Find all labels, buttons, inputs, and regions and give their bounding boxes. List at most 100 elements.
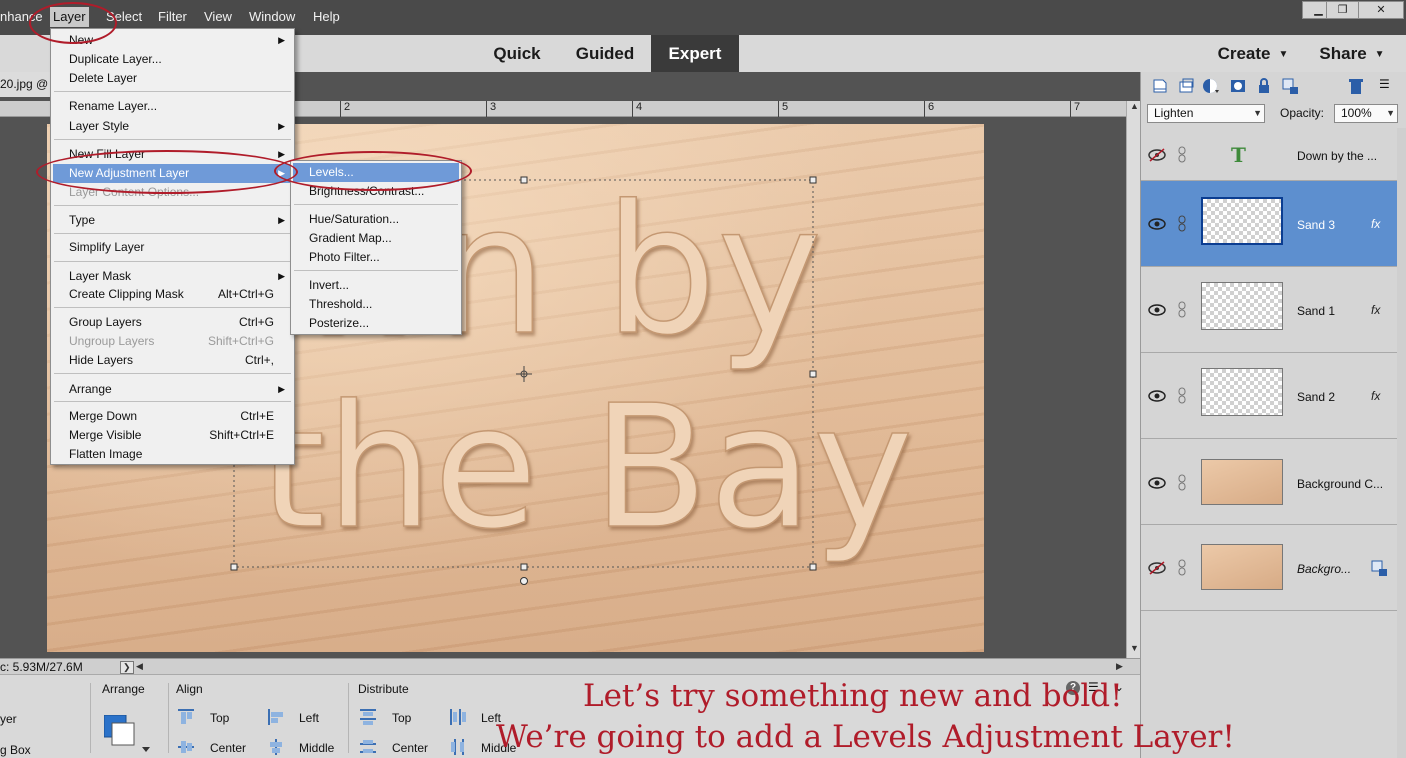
distribute-middle-icon[interactable] [450,739,466,755]
tab-quick[interactable]: Quick [481,35,553,72]
menu-window[interactable]: Window [246,7,298,27]
visibility-off-icon[interactable] [1147,148,1167,162]
menu-help[interactable]: Help [310,7,343,27]
align-center-icon[interactable] [178,739,194,755]
menu-item-posterize[interactable]: Posterize... [293,314,459,333]
link-icon[interactable] [1177,474,1187,492]
scroll-left-icon[interactable]: ◀ [136,661,143,672]
arrange-icon[interactable] [104,715,152,757]
transform-handle[interactable] [809,176,817,184]
lock-transparent-icon[interactable] [1281,77,1299,95]
layer-row[interactable]: Backgro... [1141,525,1397,611]
menu-item-label: Ungroup Layers [69,334,155,348]
menu-item-type[interactable]: Type ▶ [53,211,292,230]
menu-item-flatten-image[interactable]: Flatten Image [53,445,292,464]
distribute-center-label[interactable]: Center [392,741,428,755]
vertical-scrollbar[interactable]: ▲ ▼ [1126,101,1140,658]
create-button[interactable]: Create ▼ [1210,35,1296,72]
visibility-icon[interactable] [1147,389,1167,403]
ruler-label: 7 [1074,101,1081,113]
menu-item-group-layers[interactable]: Group Layers Ctrl+G [53,313,292,332]
horizontal-scrollbar[interactable]: c: 5.93M/27.6M ❯ ◀ ▶ [0,658,1140,674]
layer-mask-icon[interactable] [1229,77,1247,95]
transform-handle[interactable] [230,563,238,571]
menu-item-layer-mask[interactable]: Layer Mask ▶ [53,267,292,286]
menu-item-arrange[interactable]: Arrange ▶ [53,380,292,399]
link-icon[interactable] [1177,146,1187,164]
scroll-down-icon[interactable]: ▼ [1130,643,1139,653]
menu-item-hue-saturation[interactable]: Hue/Saturation... [293,210,459,229]
lock-all-icon[interactable] [1255,77,1273,95]
opacity-input[interactable]: 100% ▼ [1334,104,1398,123]
layers-scrollbar[interactable] [1397,128,1406,758]
link-icon[interactable] [1177,559,1187,577]
layer-row[interactable]: Sand 1 fx [1141,267,1397,353]
menu-item-duplicate-layer[interactable]: Duplicate Layer... [53,50,292,69]
rotate-handle[interactable] [520,577,528,585]
submenu-arrow-icon: ▶ [278,384,285,394]
scroll-right-icon[interactable]: ▶ [1116,661,1123,672]
blend-mode-select[interactable]: Lighten ▼ [1147,104,1265,123]
restore-button[interactable]: ❐ [1326,1,1359,19]
adjustment-layer-icon[interactable] [1201,77,1219,95]
visibility-icon[interactable] [1147,476,1167,490]
fx-icon[interactable]: fx [1371,217,1380,231]
layer-row-selected[interactable]: Sand 3 fx [1141,181,1397,267]
menu-item-invert[interactable]: Invert... [293,276,459,295]
visibility-icon[interactable] [1147,303,1167,317]
share-button[interactable]: Share ▼ [1312,35,1392,72]
menu-item-threshold[interactable]: Threshold... [293,295,459,314]
menu-item-rename-layer[interactable]: Rename Layer... [53,97,292,116]
visibility-icon[interactable] [1147,217,1167,231]
visibility-off-icon[interactable] [1147,561,1167,575]
menu-item-gradient-map[interactable]: Gradient Map... [293,229,459,248]
distribute-left-icon[interactable] [450,709,466,725]
menu-item-hide-layers[interactable]: Hide Layers Ctrl+, [53,351,292,370]
link-icon[interactable] [1177,301,1187,319]
align-middle-icon[interactable] [268,739,284,755]
layer-row[interactable]: Sand 2 fx [1141,353,1397,439]
menu-view[interactable]: View [201,7,235,27]
status-menu-icon[interactable]: ❯ [120,661,134,674]
transform-handle[interactable] [520,563,528,571]
link-icon[interactable] [1177,387,1187,405]
ruler-tick [632,101,633,117]
menu-item-photo-filter[interactable]: Photo Filter... [293,248,459,267]
ruler-tick [340,101,341,117]
menu-filter[interactable]: Filter [155,7,190,27]
menu-item-merge-visible[interactable]: Merge Visible Shift+Ctrl+E [53,426,292,445]
menu-item-merge-down[interactable]: Merge Down Ctrl+E [53,407,292,426]
menu-item-delete-layer[interactable]: Delete Layer [53,69,292,88]
document-tab[interactable]: 20.jpg @ [0,72,56,97]
menu-item-layer-style[interactable]: Layer Style ▶ [53,117,292,136]
align-top-icon[interactable] [178,709,194,725]
fx-icon[interactable]: fx [1371,389,1380,403]
menu-item-create-clipping-mask[interactable]: Create Clipping Mask Alt+Ctrl+G [53,285,292,304]
trash-icon[interactable] [1347,77,1365,95]
align-left-label[interactable]: Left [299,711,319,725]
transform-handle[interactable] [809,370,817,378]
align-center-label[interactable]: Center [210,741,246,755]
distribute-top-label[interactable]: Top [392,711,411,725]
link-icon[interactable] [1177,215,1187,233]
new-layer-icon[interactable] [1151,77,1169,95]
fx-icon[interactable]: fx [1371,303,1380,317]
layer-row[interactable]: T Down by the ... [1141,128,1397,181]
distribute-top-icon[interactable] [360,709,376,725]
submenu-arrow-icon: ▶ [278,35,285,45]
tab-guided[interactable]: Guided [565,35,645,72]
align-top-label[interactable]: Top [210,711,229,725]
menu-separator [54,261,291,262]
distribute-center-icon[interactable] [360,739,376,755]
close-button[interactable]: ✕ [1358,1,1404,19]
tab-expert[interactable]: Expert [651,35,739,72]
panel-menu-icon[interactable]: ☰ [1379,77,1397,95]
menu-item-simplify-layer[interactable]: Simplify Layer [53,238,292,257]
align-left-icon[interactable] [268,709,284,725]
transform-handle[interactable] [520,176,528,184]
new-group-icon[interactable] [1177,77,1195,95]
transform-handle[interactable] [809,563,817,571]
align-middle-label[interactable]: Middle [299,741,334,755]
scroll-up-icon[interactable]: ▲ [1130,101,1139,111]
layer-row[interactable]: Background C... [1141,439,1397,525]
